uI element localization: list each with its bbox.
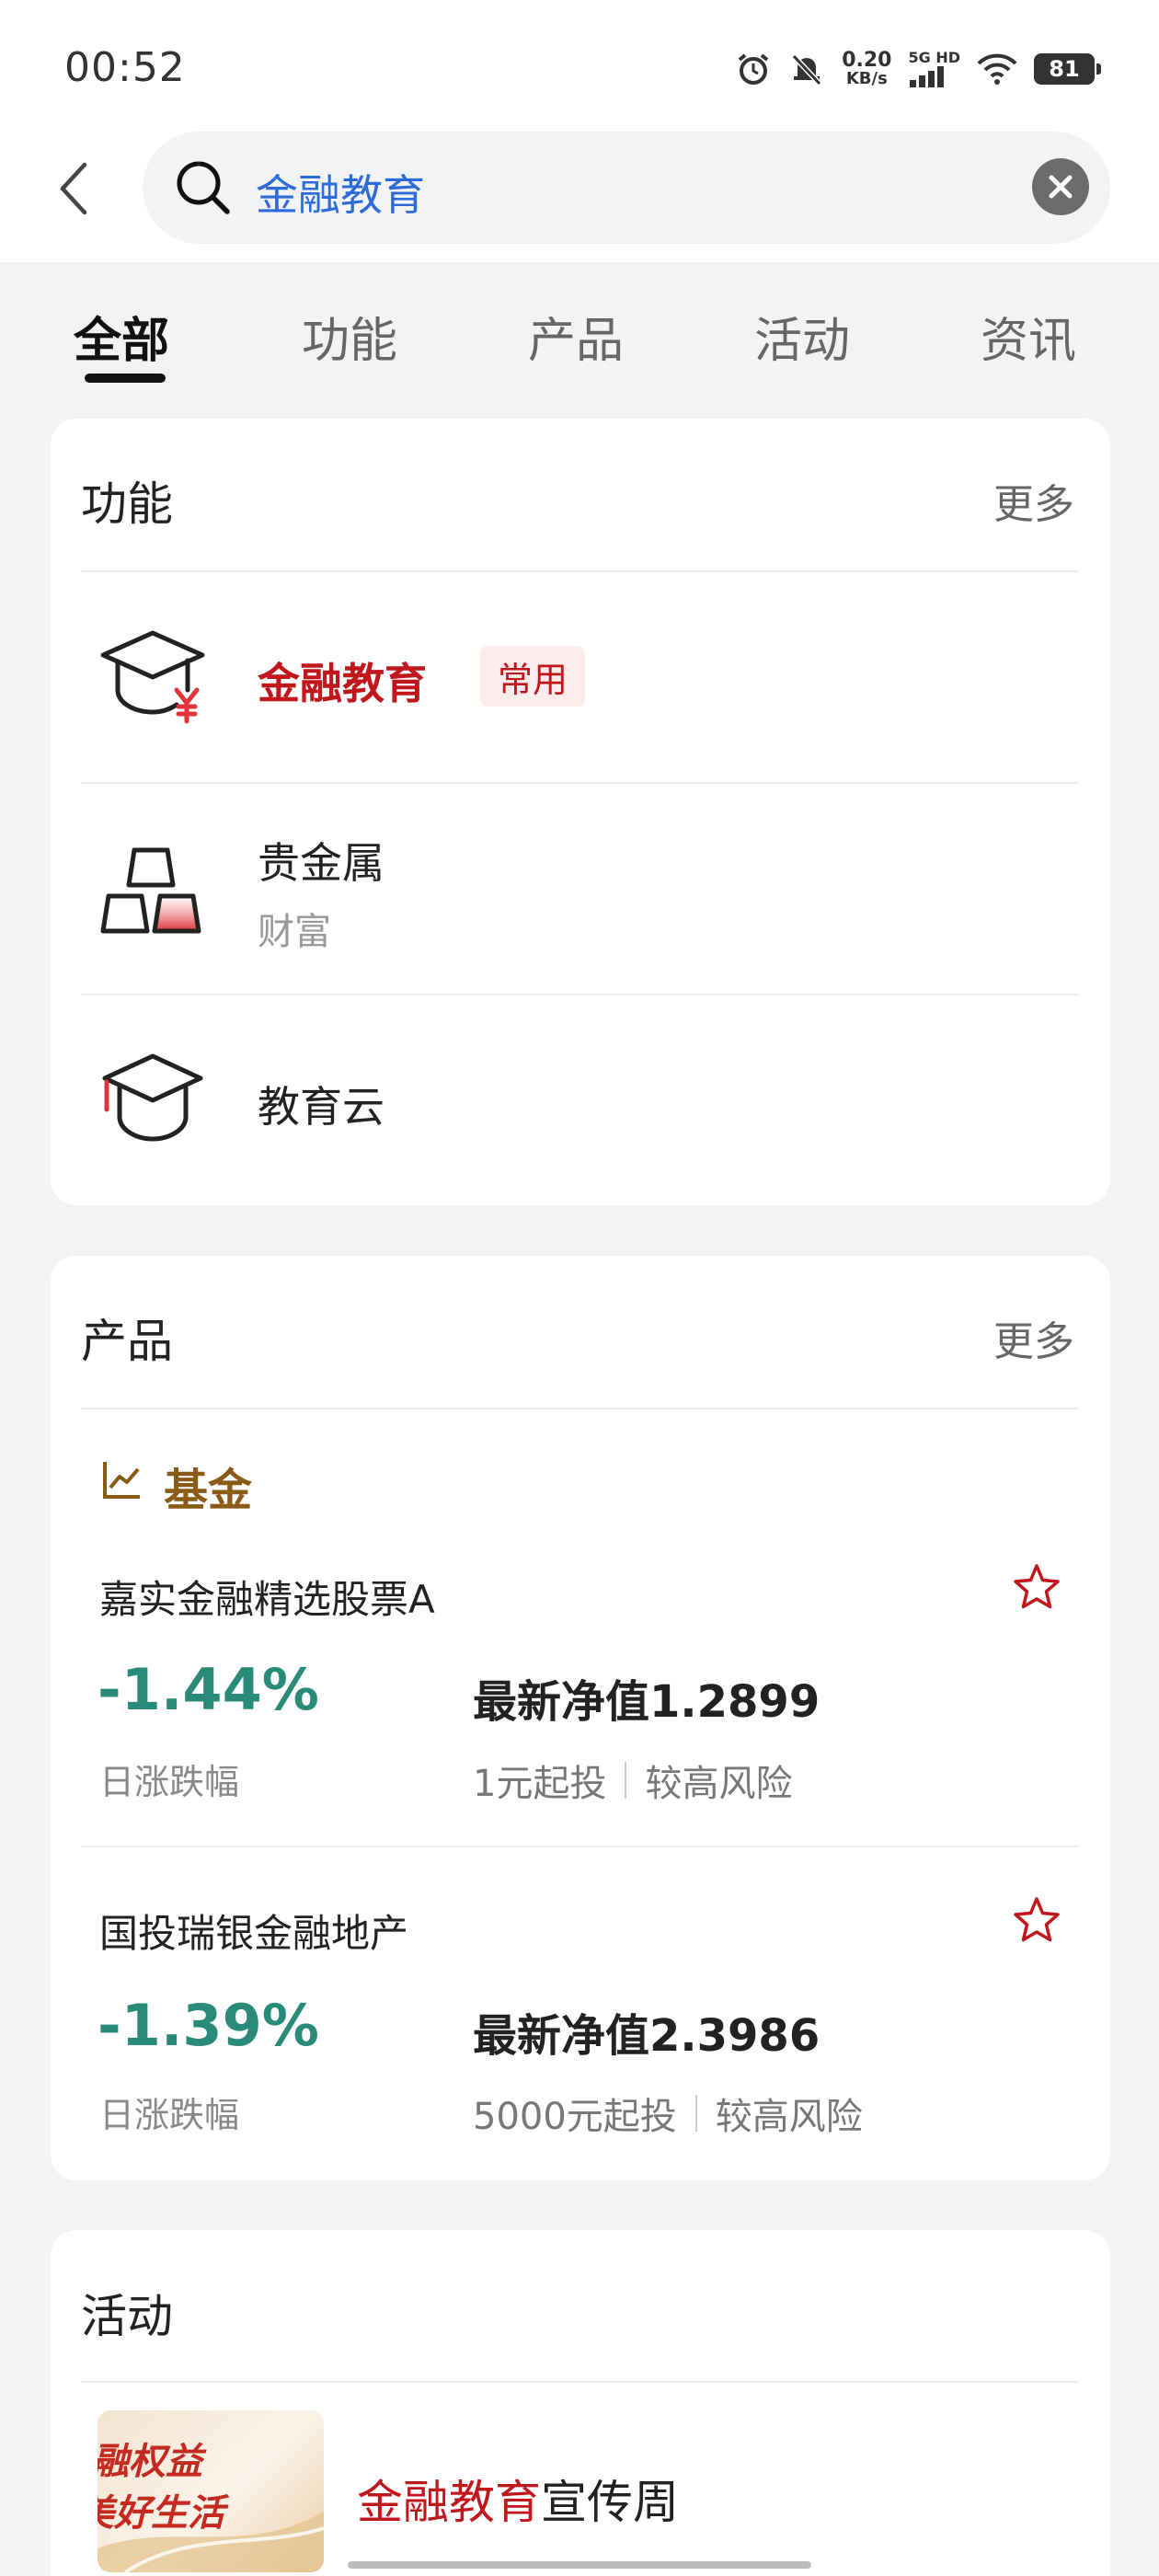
thumb-line-1: 融权益	[98, 2441, 202, 2483]
fund-min-invest: 5000元起投	[473, 2096, 677, 2138]
fund-change-label: 日涨跌幅	[99, 2095, 240, 2135]
function-item-education-cloud[interactable]	[81, 995, 1078, 1198]
tab-news[interactable]: 资讯	[981, 302, 1076, 371]
functions-title: 功能	[81, 477, 173, 531]
fund-risk: 较高风险	[645, 1763, 793, 1805]
tab-indicator	[85, 374, 166, 383]
activity-title: 金融教育宣传周	[357, 2466, 679, 2532]
signal-label: 5G HD	[908, 49, 960, 66]
activity-title-rest: 宣传周	[541, 2476, 679, 2529]
signal-bars-icon	[910, 66, 945, 87]
net-speed-value: 0.20	[842, 49, 892, 72]
tab-products[interactable]: 产品	[528, 302, 624, 371]
fund-nav: 最新净值1.2899	[473, 1676, 820, 1728]
products-more-link[interactable]: 更多	[993, 1308, 1074, 1367]
activity-title-highlight: 金融教育	[357, 2476, 541, 2529]
close-icon	[1049, 175, 1073, 199]
alarm-icon	[738, 53, 769, 85]
yen-sign	[174, 687, 200, 724]
fund-meta: 1元起投 较高风险	[473, 1754, 792, 1807]
star-favorite-icon[interactable]	[1012, 1895, 1061, 1945]
fund-min-invest: 1元起投	[473, 1763, 607, 1805]
fund-category: 基金	[164, 1465, 253, 1516]
status-time: 00:52	[64, 44, 186, 91]
gold-bars-icon	[100, 847, 201, 934]
back-arrow-icon	[60, 162, 87, 215]
tab-all[interactable]: 全部	[74, 302, 169, 371]
home-indicator[interactable]	[348, 2561, 811, 2569]
frequent-tag: 常用	[480, 646, 585, 707]
activities-title: 活动	[81, 2290, 173, 2343]
functions-more-link[interactable]: 更多	[993, 471, 1074, 530]
divider	[81, 1408, 1078, 1409]
battery-indicator: 81	[1034, 53, 1101, 85]
thumb-line-2: 美好生活	[98, 2492, 224, 2535]
cell-signal: 5G HD	[908, 51, 960, 87]
graduation-cap-yen-icon	[100, 630, 205, 724]
wifi-icon	[977, 53, 1017, 85]
clear-search-button[interactable]	[1032, 158, 1089, 215]
fund-nav: 最新净值2.3986	[473, 2010, 820, 2062]
graduation-cap-icon	[102, 1053, 203, 1142]
search-input[interactable]: 金融教育	[256, 162, 425, 223]
function-name: 金融教育	[258, 659, 427, 708]
search-icon	[177, 161, 230, 214]
fund-name: 嘉实金融精选股票A	[99, 1577, 435, 1622]
function-name: 教育云	[258, 1082, 384, 1132]
fund-daily-change: -1.39%	[98, 1992, 319, 2059]
net-speed-unit: KB/s	[845, 69, 888, 88]
fund-name: 国投瑞银金融地产	[99, 1911, 409, 1956]
function-item-precious-metals[interactable]	[81, 784, 1078, 994]
function-name: 贵金属	[258, 838, 384, 888]
activity-thumbnail: 融权益 美好生活	[98, 2410, 324, 2572]
separator	[625, 1762, 627, 1799]
separator	[694, 2095, 697, 2132]
star-favorite-icon[interactable]	[1012, 1562, 1061, 1612]
divider	[81, 2381, 1078, 2383]
net-speed: 0.20 KB/s	[842, 51, 891, 87]
status-icons: 0.20 KB/s 5G HD 81	[735, 46, 1101, 92]
fund-meta: 5000元起投 较高风险	[473, 2087, 863, 2140]
mute-bell-icon	[792, 53, 822, 86]
tab-activities[interactable]: 活动	[754, 302, 850, 371]
fund-daily-change: -1.44%	[98, 1656, 319, 1723]
trend-chart-icon	[103, 1462, 140, 1499]
products-title: 产品	[81, 1315, 173, 1368]
tab-functions[interactable]: 功能	[302, 302, 397, 371]
function-subtitle: 财富	[258, 911, 331, 953]
fund-change-label: 日涨跌幅	[99, 1762, 240, 1802]
back-button[interactable]	[46, 152, 101, 225]
fund-risk: 较高风险	[715, 2096, 863, 2138]
